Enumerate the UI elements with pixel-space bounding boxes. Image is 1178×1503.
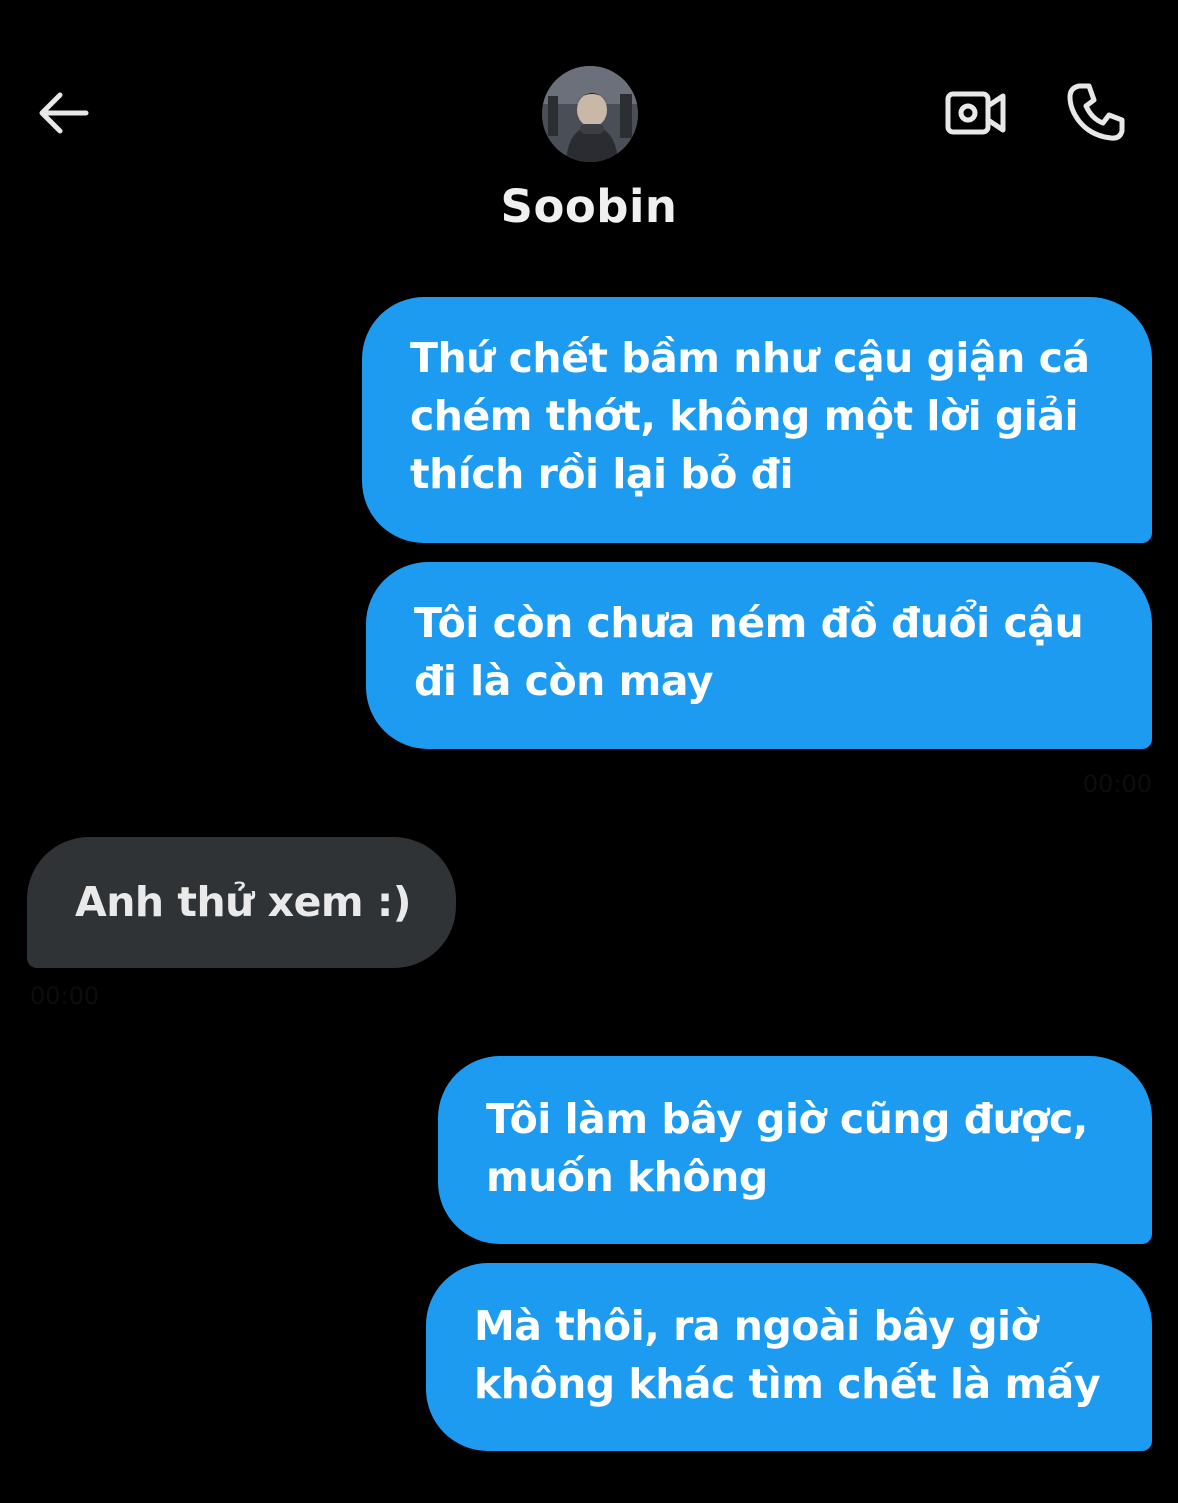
message-bubble-outgoing[interactable]: Mà thôi, ra ngoài bây giờ không khác tìm… xyxy=(426,1263,1152,1451)
message-timestamp: 00:00 xyxy=(1082,770,1152,798)
phone-icon xyxy=(1067,83,1125,141)
video-camera-icon xyxy=(945,91,1006,135)
back-button[interactable] xyxy=(22,80,102,146)
message-bubble-outgoing[interactable]: Tôi còn chưa ném đồ đuổi cậu đi là còn m… xyxy=(366,562,1152,749)
arrow-left-icon xyxy=(39,92,89,134)
voice-call-button[interactable] xyxy=(1056,74,1136,150)
contact-name[interactable]: Soobin xyxy=(389,180,789,233)
message-bubble-incoming[interactable]: Anh thử xem :) xyxy=(27,837,456,968)
message-bubble-outgoing[interactable]: Tôi làm bây giờ cũng được, muốn không xyxy=(438,1056,1152,1244)
message-text: Tôi làm bây giờ cũng được, muốn không xyxy=(486,1095,1088,1201)
message-text: Thứ chết bầm như cậu giận cá chém thớt, … xyxy=(410,334,1090,498)
message-bubble-outgoing[interactable]: Thứ chết bầm như cậu giận cá chém thớt, … xyxy=(362,297,1152,543)
message-timestamp: 00:00 xyxy=(30,982,100,1010)
video-call-button[interactable] xyxy=(936,78,1016,148)
message-text: Tôi còn chưa ném đồ đuổi cậu đi là còn m… xyxy=(414,599,1084,705)
message-text: Mà thôi, ra ngoài bây giờ không khác tìm… xyxy=(474,1302,1101,1408)
avatar[interactable] xyxy=(542,66,638,162)
message-text: Anh thử xem :) xyxy=(75,878,412,926)
avatar-photo xyxy=(542,66,638,162)
